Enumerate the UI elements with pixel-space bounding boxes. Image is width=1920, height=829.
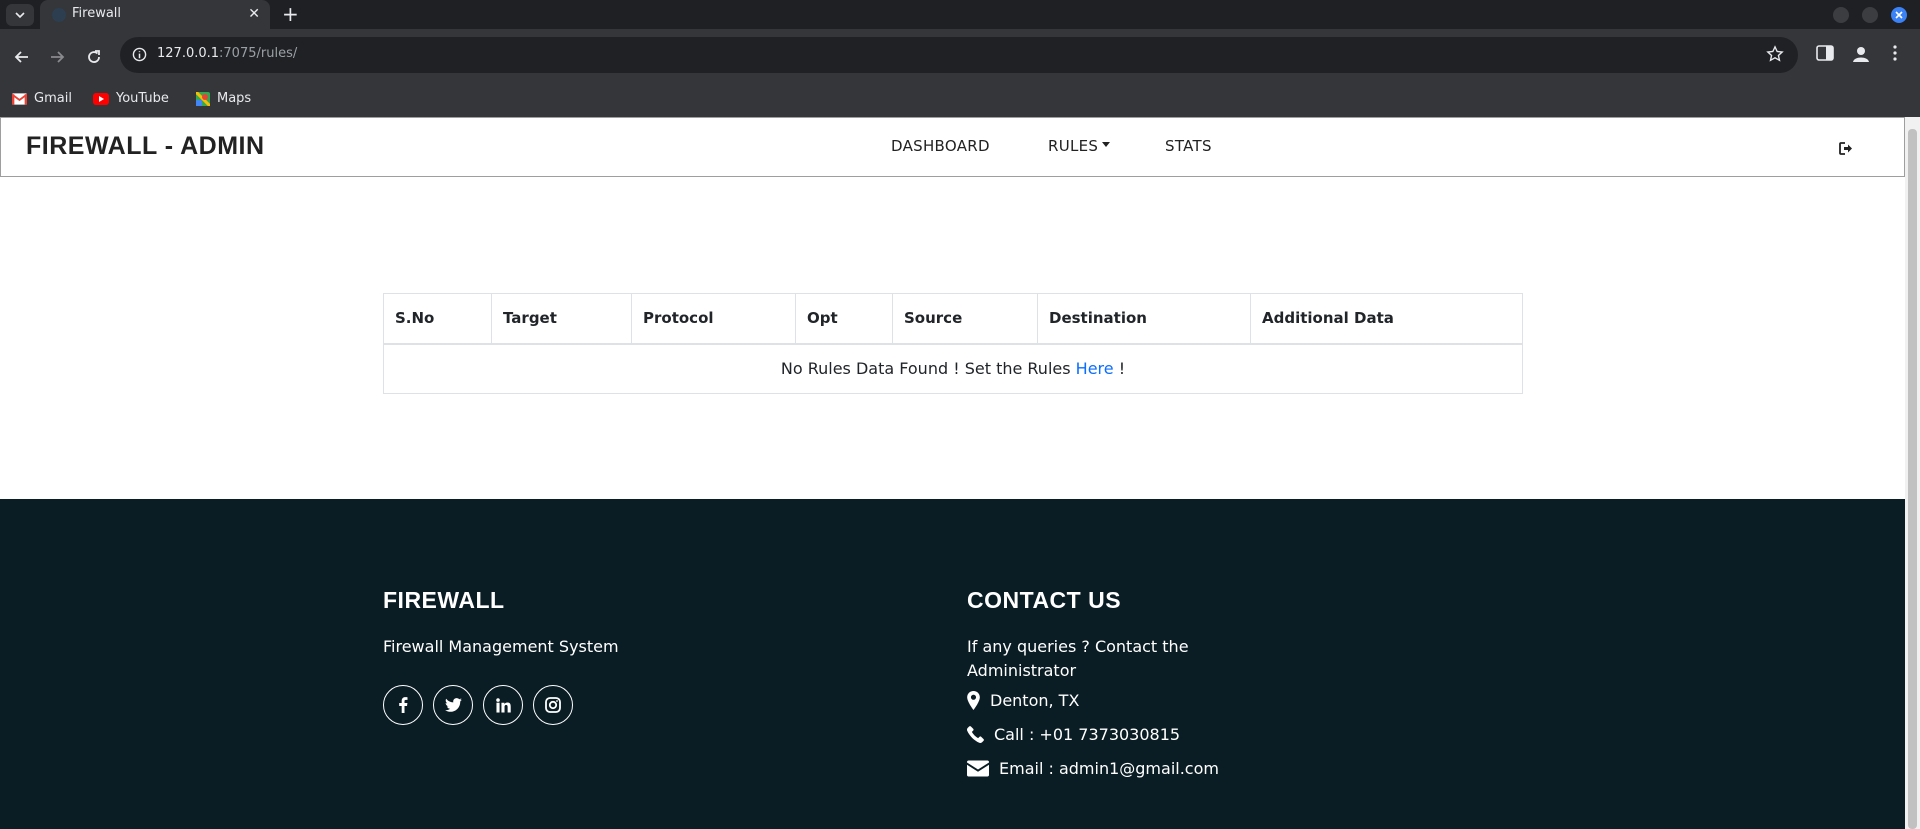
maps-icon	[196, 91, 210, 106]
empty-state-suffix: !	[1113, 359, 1126, 379]
facebook-icon	[399, 697, 408, 713]
top-navbar: FIREWALL - ADMIN DASHBOARD RULES STATS	[0, 117, 1905, 177]
column-header-target: Target	[491, 293, 632, 345]
page-scrollbar[interactable]	[1905, 117, 1920, 829]
tab-close-icon[interactable]: ✕	[248, 6, 260, 22]
browser-tab-bar: Firewall ✕ +	[0, 0, 1920, 29]
empty-state-message: No Rules Data Found ! Set the Rules	[780, 359, 1076, 379]
youtube-icon	[93, 92, 109, 105]
tab-list-button[interactable]	[6, 4, 34, 26]
bookmark-maps[interactable]: Maps	[196, 91, 251, 106]
contact-heading: CONTACT US	[967, 587, 1122, 613]
brand-logo[interactable]: FIREWALL - ADMIN	[26, 132, 265, 161]
column-header-sno: S.No	[383, 293, 492, 345]
profile-icon[interactable]	[1852, 45, 1870, 67]
linkedin-icon	[495, 697, 511, 713]
footer-brand-heading: FIREWALL	[383, 587, 505, 613]
contact-email[interactable]: Email : admin1@gmail.com	[967, 759, 1219, 778]
address-bar[interactable]: 127.0.0.1:7075/rules/	[120, 37, 1798, 73]
empty-state-cell: No Rules Data Found ! Set the Rules Here…	[383, 343, 1523, 394]
scrollbar-thumb[interactable]	[1908, 129, 1917, 829]
browser-menu-icon[interactable]	[1893, 45, 1897, 65]
side-panel-icon[interactable]	[1816, 45, 1834, 65]
linkedin-link[interactable]	[483, 685, 523, 725]
nav-link-rules[interactable]: RULES	[1048, 137, 1111, 155]
instagram-icon	[545, 697, 561, 713]
back-icon[interactable]	[9, 44, 35, 70]
contact-text-line1: If any queries ? Contact the	[967, 637, 1189, 656]
url-text[interactable]: 127.0.0.1:7075/rules/	[157, 46, 297, 61]
browser-tab[interactable]: Firewall ✕	[40, 0, 270, 29]
contact-location: Denton, TX	[967, 691, 1079, 710]
nav-link-rules-label: RULES	[1048, 137, 1099, 155]
reload-icon[interactable]	[81, 44, 107, 70]
new-tab-icon[interactable]: +	[282, 3, 299, 25]
column-header-opt: Opt	[795, 293, 893, 345]
nav-link-stats[interactable]: STATS	[1165, 137, 1212, 155]
nav-link-dashboard[interactable]: DASHBOARD	[891, 137, 990, 155]
logout-icon[interactable]	[1839, 140, 1853, 159]
contact-text-line2: Administrator	[967, 661, 1077, 680]
maximize-window-button[interactable]	[1862, 7, 1878, 23]
rules-table: S.No Target Protocol Opt Source Destinat…	[383, 293, 1523, 394]
close-window-button[interactable]	[1891, 7, 1907, 23]
page-content: FIREWALL - ADMIN DASHBOARD RULES STATS S…	[0, 117, 1905, 829]
instagram-link[interactable]	[533, 685, 573, 725]
facebook-link[interactable]	[383, 685, 423, 725]
set-rules-link[interactable]: Here	[1076, 359, 1114, 378]
bookmark-label: Gmail	[34, 91, 72, 106]
footer-description: Firewall Management System	[383, 637, 619, 656]
bookmark-star-icon[interactable]	[1766, 45, 1784, 67]
phone-icon	[967, 726, 984, 743]
bookmark-gmail[interactable]: Gmail	[12, 91, 72, 106]
footer: FIREWALL Firewall Management System CONT…	[0, 499, 1905, 829]
column-header-protocol: Protocol	[631, 293, 796, 345]
table-row-empty: No Rules Data Found ! Set the Rules Here…	[383, 343, 1523, 394]
location-pin-icon	[967, 691, 980, 710]
envelope-icon	[967, 760, 989, 777]
close-icon	[1895, 11, 1903, 19]
twitter-icon	[444, 698, 462, 712]
email-text[interactable]: Email : admin1@gmail.com	[999, 759, 1219, 778]
forward-icon[interactable]	[44, 44, 70, 70]
tab-title: Firewall	[72, 6, 122, 21]
minimize-window-button[interactable]	[1833, 7, 1849, 23]
column-header-additional-data: Additional Data	[1250, 293, 1523, 345]
caret-down-icon	[1102, 142, 1111, 147]
bookmark-label: YouTube	[116, 91, 169, 106]
firewall-favicon-icon	[52, 8, 66, 22]
bookmarks-bar: Gmail YouTube Maps	[0, 85, 1920, 117]
gmail-icon	[12, 92, 27, 105]
location-text: Denton, TX	[990, 691, 1080, 710]
site-info-icon[interactable]	[132, 47, 147, 66]
browser-toolbar: 127.0.0.1:7075/rules/	[0, 29, 1920, 85]
bookmark-youtube[interactable]: YouTube	[93, 91, 169, 106]
contact-phone: Call : +01 7373030815	[967, 725, 1180, 744]
twitter-link[interactable]	[433, 685, 473, 725]
chevron-down-icon	[15, 12, 25, 19]
table-header-row: S.No Target Protocol Opt Source Destinat…	[383, 293, 1523, 345]
column-header-source: Source	[892, 293, 1038, 345]
bookmark-label: Maps	[217, 91, 252, 106]
column-header-destination: Destination	[1037, 293, 1251, 345]
phone-text: Call : +01 7373030815	[994, 725, 1181, 744]
